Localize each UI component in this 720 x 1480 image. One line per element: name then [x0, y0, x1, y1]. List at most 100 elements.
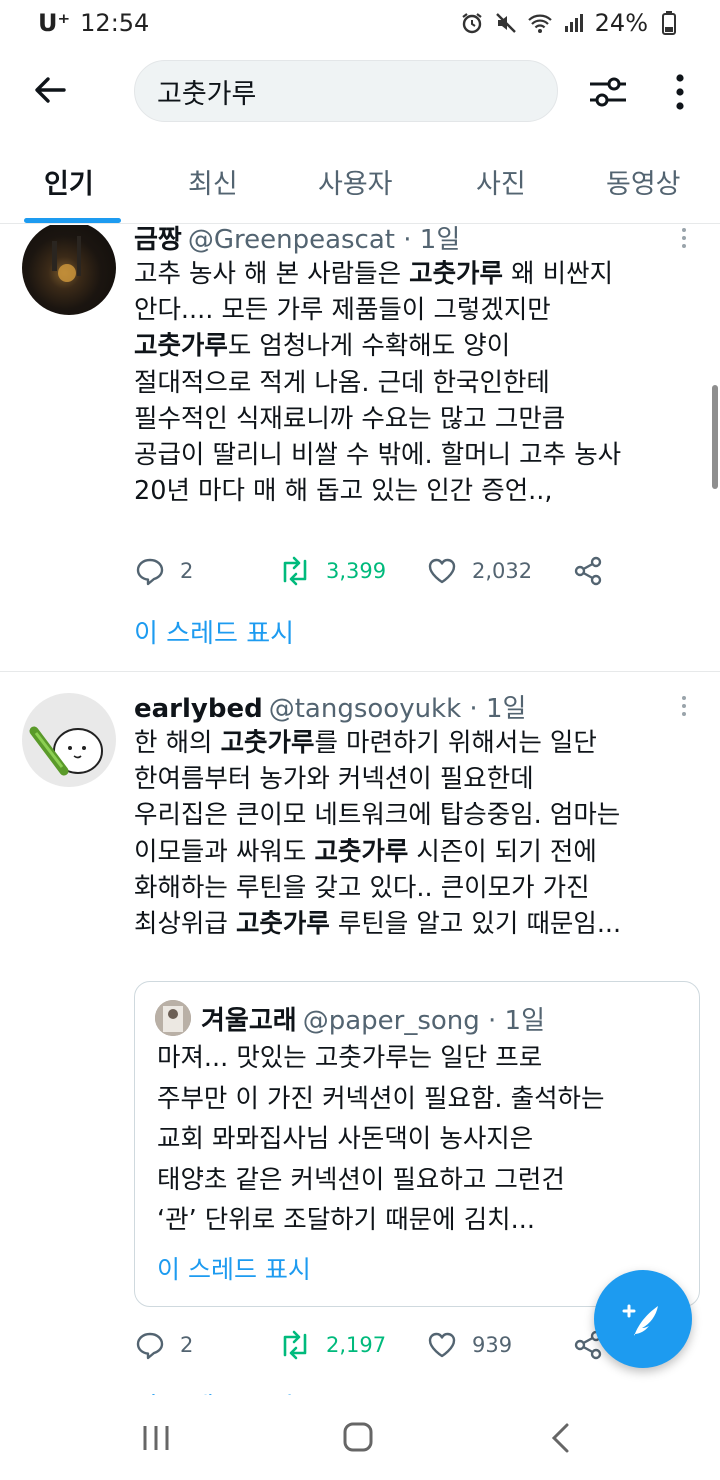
- show-thread-link[interactable]: 이 스레드 표시: [134, 613, 294, 650]
- tab-people[interactable]: 사용자: [318, 162, 393, 201]
- tweet-text-line: 화해하는 루틴을 갖고 있다.. 큰이모가 가진: [134, 870, 704, 906]
- author-handle: @tangsooyukk · 1일: [268, 694, 527, 724]
- text-segment: 시즌이 되기 전에: [408, 836, 597, 867]
- sliders-icon[interactable]: [586, 70, 630, 114]
- search-results-feed[interactable]: 금짱 @Greenpeascat · 1일 고추 농사 해 본 사람들은 고춧가루…: [0, 225, 720, 1395]
- back-icon[interactable]: [542, 1420, 582, 1456]
- tweet-text-line: 우리집은 큰이모 네트워크에 탑승중임. 엄마는: [134, 797, 704, 833]
- tweet-text: 한 해의 고춧가루를 마련하기 위해서는 일단 한여름부터 농가와 커넥션이 필요…: [134, 725, 704, 942]
- text-segment: 절대적으로 적게 나옴. 근데 한국인한테: [134, 367, 550, 398]
- reply-count: 2: [180, 1333, 194, 1357]
- tweet-author-line: 금짱 @Greenpeascat · 1일: [134, 225, 460, 256]
- highlighted-term: 고춧가루: [220, 728, 315, 758]
- author-name[interactable]: earlybed: [134, 694, 263, 724]
- text-segment: 안다.... 모든 가루 제품들이 그렇겠지만: [134, 295, 551, 326]
- quoted-show-thread-link[interactable]: 이 스레드 표시: [157, 1250, 311, 1286]
- avatar[interactable]: [22, 693, 116, 787]
- tweet-text-line: 공급이 딸리니 비쌀 수 밖에. 할머니 고추 농사: [134, 437, 704, 473]
- text-segment: 루틴을 알고 있기 때문임...: [329, 909, 622, 940]
- system-nav-bar: [0, 1396, 720, 1480]
- text-segment: 이모들과 싸워도: [134, 836, 315, 867]
- quoted-text-line: 태양초 같은 커넥션이 필요하고 그런건: [157, 1164, 565, 1195]
- quoted-author-line: 겨울고래 @paper_song · 1일: [201, 1000, 545, 1037]
- search-tabs: 인기 최신 사용자 사진 동영상: [0, 150, 720, 224]
- highlighted-term: 고춧가루: [314, 836, 409, 867]
- chevron-down-icon[interactable]: [676, 227, 692, 251]
- quoted-author-handle: @paper_song · 1일: [302, 1006, 546, 1036]
- quoted-text-line: ‘관’ 단위로 조달하기 때문에 김치...: [157, 1205, 535, 1235]
- clock: 12:54: [80, 9, 150, 37]
- recent-apps-icon[interactable]: [136, 1420, 176, 1456]
- like-count: 2,032: [472, 559, 533, 583]
- avatar[interactable]: [22, 225, 116, 315]
- chevron-down-icon[interactable]: [676, 695, 692, 719]
- quoted-author-name: 겨울고래: [201, 1006, 297, 1036]
- text-segment: 도 엄청나게 수확해도 양이: [227, 331, 511, 362]
- tab-videos[interactable]: 동영상: [606, 162, 681, 201]
- like-button[interactable]: 939: [426, 1325, 512, 1365]
- share-icon: [574, 556, 602, 586]
- author-name[interactable]: 금짱: [134, 225, 182, 255]
- tweet-text: 고추 농사 해 본 사람들은 고춧가루 왜 비싼지 안다.... 모든 가루 제품…: [134, 256, 704, 509]
- carrier-label: U⁺: [38, 9, 71, 37]
- compose-tweet-button[interactable]: [594, 1270, 692, 1368]
- tweet-author-line: earlybed @tangsooyukk · 1일: [134, 688, 526, 725]
- retweet-button[interactable]: 3,399: [278, 551, 386, 591]
- search-input[interactable]: 고춧가루: [134, 60, 558, 122]
- highlighted-term: 고춧가루: [235, 909, 330, 940]
- text-segment: 한여름부터 농가와 커넥션이 필요한데: [134, 764, 534, 795]
- reply-icon: [136, 558, 164, 586]
- tweet-text-line: 절대적으로 적게 나옴. 근데 한국인한테: [134, 365, 704, 401]
- scrollbar[interactable]: [712, 385, 718, 489]
- tab-photos[interactable]: 사진: [476, 162, 526, 201]
- arrow-left-icon[interactable]: [30, 70, 70, 110]
- share-button[interactable]: [572, 551, 604, 591]
- like-button[interactable]: 2,032: [426, 551, 532, 591]
- quoted-tweet-text: 마져... 맛있는 고춧가루는 일단 프로 주부만 이 가진 커넥션이 필요함. …: [157, 1038, 687, 1241]
- text-segment: 한 해의: [134, 728, 221, 758]
- retweet-icon: [283, 556, 307, 586]
- status-icons: 24%: [459, 9, 682, 37]
- tweet-text-line: 20년 마다 매 해 돕고 있는 인간 증언..,: [134, 473, 704, 509]
- text-segment: 최상위급: [134, 909, 236, 940]
- text-segment: 우리집은 큰이모 네트워크에 탑승중임. 엄마는: [134, 800, 621, 831]
- tweet-text-line: 최상위급 고춧가루 루틴을 알고 있기 때문임...: [134, 906, 704, 942]
- reply-button[interactable]: 2: [134, 551, 193, 591]
- reply-icon: [136, 1332, 164, 1360]
- text-segment: 왜 비싼지: [502, 259, 614, 289]
- tweet-divider: [0, 671, 720, 672]
- reply-count: 2: [180, 559, 194, 583]
- reply-button[interactable]: 2: [134, 1325, 193, 1365]
- home-icon[interactable]: [338, 1420, 378, 1456]
- text-segment: 공급이 딸리니 비쌀 수 밖에. 할머니 고추 농사: [134, 440, 622, 471]
- text-segment: 를 마련하기 위해서는 일단: [314, 728, 597, 758]
- show-thread-link[interactable]: 이 스레드 표시: [134, 1387, 294, 1395]
- tweet-actions: 2 3,399 2,032: [134, 551, 654, 591]
- status-bar: U⁺ 12:54 24%: [0, 0, 720, 46]
- highlighted-term: 고춧가루: [409, 259, 503, 289]
- tweet-text-line: 안다.... 모든 가루 제품들이 그렇겠지만: [134, 292, 704, 328]
- kebab-icon[interactable]: [662, 70, 698, 114]
- text-segment: 필수적인 식재료니까 수요는 많고 그만큼: [134, 403, 566, 434]
- heart-icon: [428, 558, 456, 584]
- like-count: 939: [472, 1333, 513, 1357]
- tweet-text-line: 고추 농사 해 본 사람들은 고춧가루 왜 비싼지: [134, 256, 704, 292]
- text-segment: 20년 마다 매 해 돕고 있는 인간 증언..,: [134, 476, 553, 507]
- tab-latest[interactable]: 최신: [188, 162, 238, 201]
- retweet-count: 2,197: [326, 1333, 387, 1357]
- alarm-icon: [459, 10, 485, 36]
- quoted-text-line: 교회 뫄뫄집사님 사돈댁이 농사지은: [157, 1124, 534, 1154]
- quoted-tweet[interactable]: 겨울고래 @paper_song · 1일 마져... 맛있는 고춧가루는 일단 …: [134, 981, 700, 1307]
- compose-tweet-icon: [622, 1304, 658, 1336]
- tweet-actions: 2 2,197 939: [134, 1325, 654, 1365]
- tweet-text-line: 이모들과 싸워도 고춧가루 시즌이 되기 전에: [134, 834, 704, 870]
- retweet-button[interactable]: 2,197: [278, 1325, 386, 1365]
- tweet-text-line: 한 해의 고춧가루를 마련하기 위해서는 일단: [134, 725, 704, 761]
- avatar[interactable]: [155, 1000, 191, 1036]
- text-segment: 고추 농사 해 본 사람들은: [134, 259, 410, 289]
- heart-icon: [428, 1332, 456, 1358]
- signal-icon: [561, 10, 587, 36]
- highlighted-term: 고춧가루: [134, 331, 228, 362]
- tab-popular[interactable]: 인기: [44, 162, 94, 201]
- mute-icon: [493, 10, 519, 36]
